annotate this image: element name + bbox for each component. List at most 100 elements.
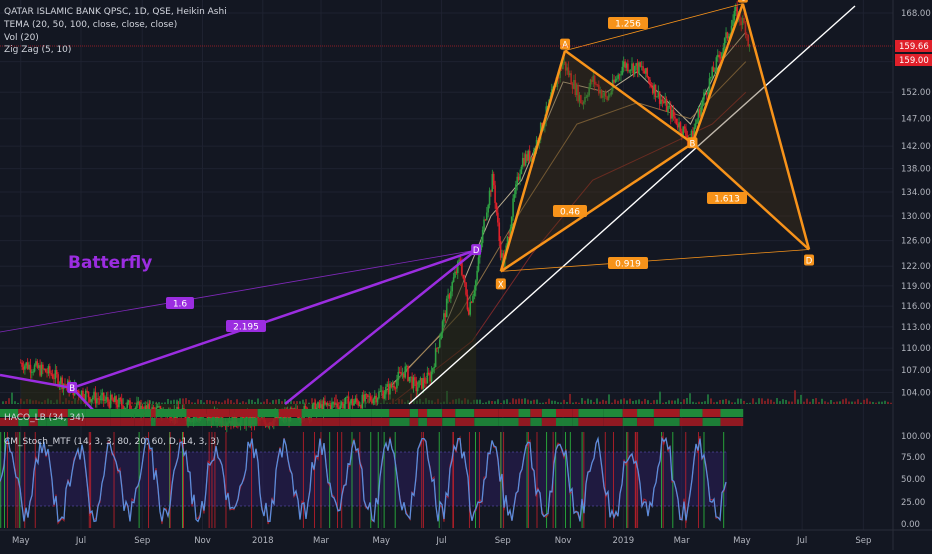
haco-bar xyxy=(186,409,207,417)
candle-body xyxy=(90,399,93,402)
volume-bar xyxy=(818,402,820,404)
volume-bar xyxy=(887,401,889,404)
volume-bar xyxy=(542,402,544,404)
candle-body xyxy=(28,364,30,369)
y-tick-label: 134.00 xyxy=(901,188,931,198)
candle-body xyxy=(317,402,319,408)
candle-body xyxy=(19,362,22,364)
haco-bar xyxy=(169,409,187,417)
candle-body xyxy=(378,391,380,399)
price-label: 159.66 xyxy=(899,42,929,52)
candle-body xyxy=(343,404,346,409)
chart-root: 1.6 2.195 B D 1.256 0.46 0.919 1.613 X A B C D 104.… xyxy=(0,0,932,550)
candle-body xyxy=(510,216,513,229)
y-tick-label: 107.00 xyxy=(901,366,931,376)
candle-body xyxy=(692,130,694,138)
candle-body xyxy=(365,394,368,395)
haco-bar xyxy=(206,409,230,417)
candle-body xyxy=(102,392,105,401)
candle-body xyxy=(396,380,398,389)
candle-body xyxy=(425,383,427,384)
volume-bar xyxy=(611,402,613,404)
haco-bar xyxy=(371,409,390,417)
volume-bar xyxy=(662,402,664,404)
haco-bar xyxy=(578,418,604,426)
volume-bar xyxy=(686,398,688,404)
candle-body xyxy=(96,398,98,404)
candle-body xyxy=(145,405,148,409)
volume-bar xyxy=(308,402,310,404)
candle-body xyxy=(412,377,415,389)
volume-bar xyxy=(641,401,643,404)
volume-bar xyxy=(830,400,832,404)
candle-body xyxy=(120,399,123,406)
candle-body xyxy=(328,405,330,406)
candle-body xyxy=(24,365,26,370)
haco-bar xyxy=(409,409,419,417)
haco-bar xyxy=(603,409,623,417)
candle-body xyxy=(318,402,321,409)
x-tick-label: Jul xyxy=(75,536,86,546)
candle-body xyxy=(650,85,653,87)
volume-bar xyxy=(608,394,610,404)
candle-body xyxy=(91,397,94,400)
haco-bar xyxy=(144,418,151,426)
haco-bar xyxy=(389,409,410,417)
volume-bar xyxy=(803,401,805,404)
volume-bar xyxy=(272,400,274,404)
candle-body xyxy=(372,398,375,404)
volume-bar xyxy=(863,399,865,404)
volume-bar xyxy=(704,401,706,404)
haco-bar xyxy=(498,418,519,426)
legend-zigzag[interactable]: Zig Zag (5, 10) xyxy=(4,45,71,55)
volume-bar xyxy=(233,402,235,404)
orange-ratio-label: 0.919 xyxy=(615,260,641,270)
volume-bar xyxy=(872,401,874,404)
candle-body xyxy=(636,63,639,74)
candle-body xyxy=(646,68,649,77)
candle-body xyxy=(719,57,722,59)
stoch-tick-label: 100.00 xyxy=(901,432,931,442)
candle-body xyxy=(653,84,655,94)
candle-body xyxy=(703,92,705,100)
candle-body xyxy=(628,70,631,72)
volume-bar xyxy=(494,401,496,404)
candle-body xyxy=(426,372,429,384)
volume-bar xyxy=(221,402,223,404)
candle-body xyxy=(55,370,58,375)
x-tick-label: Jul xyxy=(435,536,446,546)
candle-body xyxy=(346,396,348,398)
candle-body xyxy=(696,119,698,124)
volume-bar xyxy=(596,398,598,404)
candle-body xyxy=(429,374,431,382)
candle-body xyxy=(492,173,495,186)
volume-bar xyxy=(191,402,193,404)
legend-tema[interactable]: TEMA (20, 50, 100, close, close, close) xyxy=(3,20,177,30)
volume-bar xyxy=(584,400,586,404)
legend-vol[interactable]: Vol (20) xyxy=(4,33,39,43)
candle-body xyxy=(26,362,29,369)
candle-body xyxy=(613,79,615,83)
price-chart[interactable]: 1.6 2.195 B D 1.256 0.46 0.919 1.613 X A B C D 104.… xyxy=(0,0,932,550)
candle-body xyxy=(156,406,159,408)
candle-body xyxy=(333,402,336,405)
volume-bar xyxy=(479,399,481,404)
legend-symbol[interactable]: QATAR ISLAMIC BANK QPSC, 1D, QSE, Heikin… xyxy=(4,7,227,17)
haco-bar xyxy=(120,418,135,426)
volume-bar xyxy=(689,393,691,404)
volume-bar xyxy=(485,402,487,404)
orange-point-label: C xyxy=(740,0,746,4)
candle-body xyxy=(401,373,404,375)
volume-bar xyxy=(230,400,232,404)
haco-bar xyxy=(301,409,323,417)
volume-bar xyxy=(545,401,547,404)
candle-body xyxy=(488,190,491,206)
haco-bar xyxy=(653,409,680,417)
candle-body xyxy=(465,282,467,295)
volume-bar xyxy=(626,400,628,404)
candle-body xyxy=(362,394,365,402)
haco-bar xyxy=(556,418,573,426)
candle-body xyxy=(481,229,484,243)
volume-bar xyxy=(533,399,535,404)
haco-bar xyxy=(518,409,531,417)
